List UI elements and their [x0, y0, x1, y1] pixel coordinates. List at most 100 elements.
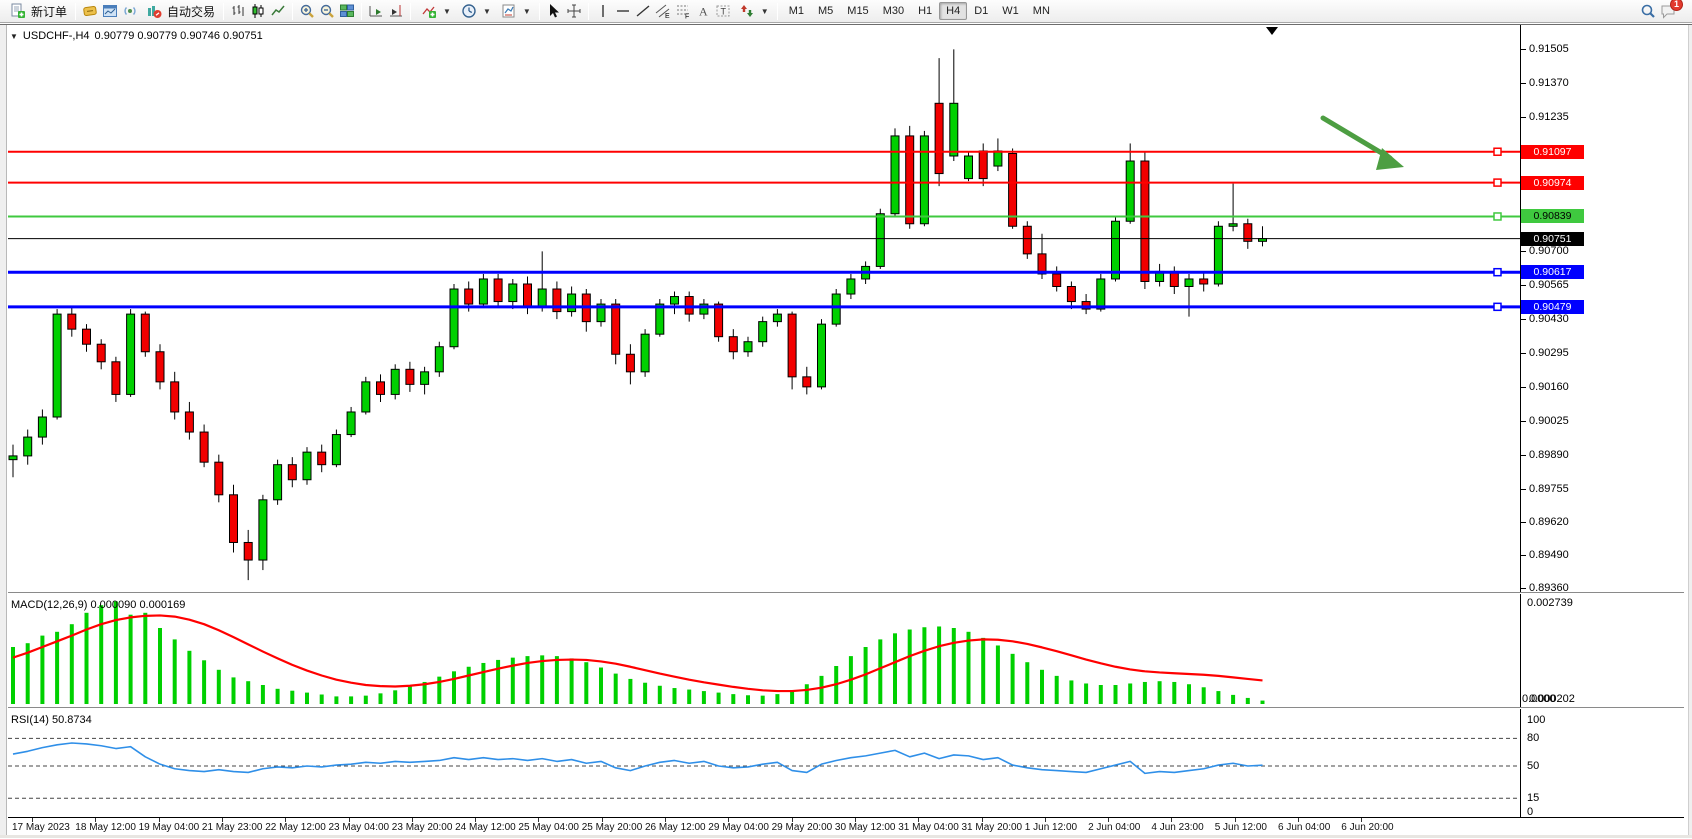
- price-line-badge: 0.90751: [1521, 232, 1584, 246]
- macd-histogram-bar: [496, 660, 500, 704]
- candle-body: [465, 289, 473, 304]
- toolbar-separator: [361, 3, 362, 20]
- templates-button[interactable]: ▼: [495, 2, 535, 21]
- chart-shift-marker[interactable]: [1266, 27, 1278, 35]
- zoom-in-icon[interactable]: [297, 2, 317, 21]
- horizontal-line-tool-icon[interactable]: [613, 2, 633, 21]
- macd-histogram-bar: [99, 605, 103, 704]
- timeframe-button-h4[interactable]: H4: [939, 2, 967, 20]
- search-icon[interactable]: [1638, 2, 1658, 21]
- macd-histogram-bar: [232, 677, 236, 704]
- macd-histogram-bar: [143, 613, 147, 704]
- chart-shift-icon[interactable]: [386, 2, 406, 21]
- macd-histogram-bar: [628, 679, 632, 704]
- templates-icon: [499, 2, 519, 21]
- candle-body: [53, 314, 61, 417]
- time-tick-label: 2 Jun 04:00: [1088, 822, 1140, 833]
- candle-body: [1229, 224, 1237, 227]
- price-tick-dash: [1521, 489, 1526, 490]
- macd-histogram-bar: [276, 689, 280, 704]
- price-line-badge: 0.91097: [1521, 145, 1584, 159]
- candle-body: [773, 314, 781, 322]
- time-tick-label: 21 May 23:00: [202, 822, 263, 833]
- candle-body: [9, 456, 17, 460]
- notifications-icon[interactable]: 1: [1658, 2, 1678, 21]
- timeframe-button-mn[interactable]: MN: [1026, 2, 1057, 20]
- price-tick-label: 0.90025: [1529, 415, 1569, 427]
- macd-axis-bottom-label: 0.000202: [1529, 693, 1575, 705]
- cursor-icon[interactable]: [544, 2, 564, 21]
- candle-body: [318, 452, 326, 465]
- timeframe-button-m1[interactable]: M1: [782, 2, 811, 20]
- zoom-out-icon[interactable]: [317, 2, 337, 21]
- candle-body: [171, 382, 179, 412]
- indicators-button[interactable]: ▼: [415, 2, 455, 21]
- time-tick-label: 19 May 04:00: [139, 822, 200, 833]
- price-tick-dash: [1521, 455, 1526, 456]
- auto-scroll-icon[interactable]: [366, 2, 386, 21]
- macd-histogram-bar: [393, 690, 397, 704]
- macd-histogram-bar: [202, 660, 206, 704]
- macd-histogram-bar: [334, 696, 338, 704]
- main-price-chart[interactable]: [8, 26, 1520, 592]
- macd-histogram-bar: [173, 639, 177, 704]
- market-watch-icon[interactable]: [80, 2, 100, 21]
- text-label-tool-icon[interactable]: T: [713, 2, 733, 21]
- candle-body: [391, 369, 399, 394]
- toolbar-separator: [539, 3, 540, 20]
- candle-body: [1097, 279, 1105, 309]
- macd-histogram-bar: [1187, 684, 1191, 704]
- macd-histogram-bar: [1040, 670, 1044, 704]
- vertical-line-tool-icon[interactable]: [593, 2, 613, 21]
- new-order-button[interactable]: 新订单: [4, 2, 71, 21]
- macd-histogram-bar: [349, 696, 353, 704]
- time-tick-label: 18 May 12:00: [75, 822, 136, 833]
- macd-histogram-bar: [643, 683, 647, 704]
- macd-indicator-chart[interactable]: [8, 595, 1520, 707]
- macd-histogram-bar: [893, 633, 897, 704]
- candle-body: [641, 334, 649, 372]
- fibonacci-tool-icon[interactable]: F: [673, 2, 693, 21]
- macd-histogram-bar: [467, 667, 471, 704]
- macd-histogram-layer: [11, 601, 1265, 704]
- crosshair-icon[interactable]: [564, 2, 584, 21]
- tile-windows-icon[interactable]: [337, 2, 357, 21]
- navigator-icon[interactable]: [120, 2, 140, 21]
- trendline-tool-icon[interactable]: [633, 2, 653, 21]
- annotation-arrow[interactable]: [1323, 118, 1404, 170]
- rsi-label: RSI(14) 50.8734: [11, 714, 92, 726]
- auto-trading-button[interactable]: 自动交易: [140, 2, 219, 21]
- candle-body: [1067, 286, 1075, 301]
- candle-body: [979, 151, 987, 179]
- macd-histogram-bar: [1025, 662, 1029, 704]
- text-tool-icon[interactable]: A: [693, 2, 713, 21]
- timeframe-button-m5[interactable]: M5: [811, 2, 840, 20]
- timeframe-button-m15[interactable]: M15: [840, 2, 875, 20]
- macd-histogram-bar: [1246, 698, 1250, 704]
- candle-body: [156, 352, 164, 382]
- macd-histogram-bar: [584, 662, 588, 704]
- price-tick-label: 0.90160: [1529, 381, 1569, 393]
- rsi-indicator-chart[interactable]: [8, 710, 1520, 817]
- bar-chart-icon[interactable]: [228, 2, 248, 21]
- macd-histogram-bar: [1011, 654, 1015, 704]
- equidistant-channel-tool-icon[interactable]: E: [653, 2, 673, 21]
- candlestick-chart-icon[interactable]: [248, 2, 268, 21]
- timeframe-button-m30[interactable]: M30: [876, 2, 911, 20]
- notification-badge: 1: [1670, 0, 1683, 11]
- price-line-badge: 0.90479: [1521, 300, 1584, 314]
- data-window-icon[interactable]: [100, 2, 120, 21]
- candle-body: [332, 435, 340, 465]
- line-chart-icon[interactable]: [268, 2, 288, 21]
- periods-button[interactable]: ▼: [455, 2, 495, 21]
- timeframe-button-d1[interactable]: D1: [967, 2, 995, 20]
- chart-dropdown-icon[interactable]: ▼: [10, 32, 18, 41]
- candle-body: [729, 337, 737, 352]
- arrows-tool-button[interactable]: ▼: [733, 2, 773, 21]
- timeframe-button-h1[interactable]: H1: [911, 2, 939, 20]
- macd-histogram-bar: [908, 630, 912, 704]
- timeframe-button-w1[interactable]: W1: [995, 2, 1026, 20]
- price-tick-label: 0.89890: [1529, 449, 1569, 461]
- price-tick-label: 0.91235: [1529, 111, 1569, 123]
- time-tick-label: 31 May 04:00: [898, 822, 959, 833]
